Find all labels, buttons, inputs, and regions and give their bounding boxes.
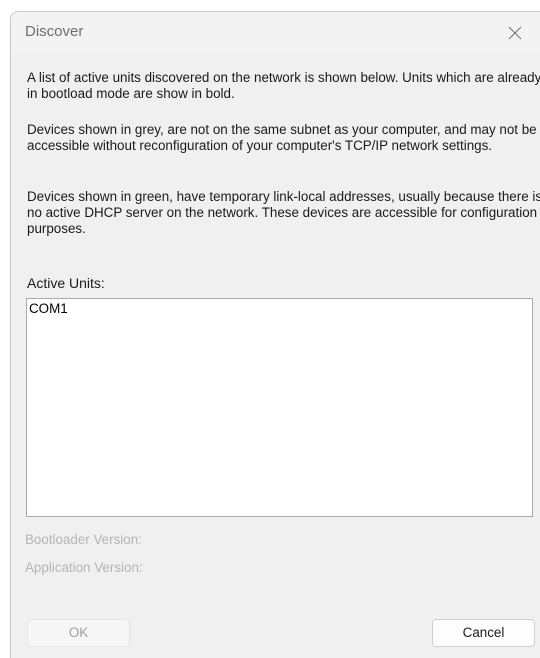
- close-button[interactable]: [496, 12, 540, 52]
- active-units-list[interactable]: COM1: [26, 298, 533, 517]
- dialog-title: Discover: [25, 23, 84, 40]
- application-version-label: Application Version:: [25, 560, 143, 575]
- ok-button[interactable]: OK: [27, 619, 130, 647]
- description-paragraph-1: A list of active units discovered on the…: [27, 70, 540, 101]
- active-units-label: Active Units:: [27, 275, 105, 291]
- list-item[interactable]: COM1: [29, 301, 68, 316]
- discover-dialog: Discover A list of active units discover…: [10, 11, 540, 658]
- dialog-content: A list of active units discovered on the…: [11, 52, 540, 658]
- title-bar[interactable]: Discover: [11, 12, 540, 52]
- bootloader-version-label: Bootloader Version:: [25, 532, 142, 547]
- close-icon: [508, 26, 522, 40]
- description-paragraph-3: Devices shown in green, have temporary l…: [27, 189, 540, 236]
- description-paragraph-2: Devices shown in grey, are not on the sa…: [27, 122, 537, 153]
- cancel-button[interactable]: Cancel: [432, 619, 535, 647]
